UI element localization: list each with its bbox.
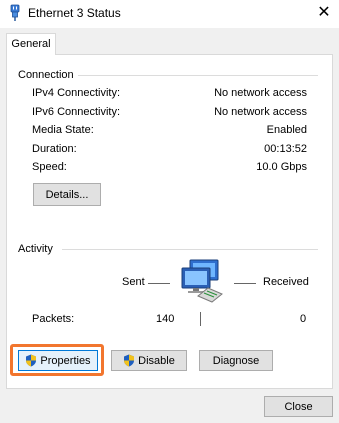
activity-group-label: Activity [18, 243, 53, 255]
packets-label: Packets: [32, 313, 75, 325]
window-title: Ethernet 3 Status [28, 6, 121, 20]
ethernet-adapter-icon [10, 4, 20, 21]
ipv6-connectivity-value: No network access [214, 106, 307, 118]
duration-label: Duration: [32, 143, 77, 155]
network-computer-icon [181, 259, 223, 303]
ipv4-connectivity-value: No network access [214, 87, 307, 99]
disable-button[interactable]: Disable [111, 350, 187, 371]
packets-sent-value: 140 [156, 313, 175, 325]
sent-line [148, 283, 170, 284]
packets-divider [200, 312, 201, 326]
packets-received-value: 0 [300, 313, 307, 325]
connection-divider [78, 75, 318, 76]
duration-value: 00:13:52 [264, 143, 307, 155]
title-close-button[interactable]: ✕ [309, 0, 339, 28]
disable-button-label: Disable [138, 354, 175, 367]
properties-button-label: Properties [40, 354, 91, 367]
ipv6-connectivity-label: IPv6 Connectivity: [32, 106, 121, 118]
received-line [234, 283, 256, 284]
speed-label: Speed: [32, 161, 67, 173]
tab-general[interactable]: General [6, 33, 56, 55]
properties-button[interactable]: Properties [18, 350, 98, 371]
media-state-label: Media State: [32, 124, 94, 136]
connection-group-label: Connection [18, 69, 74, 81]
activity-divider [62, 249, 318, 250]
speed-value: 10.0 Gbps [256, 161, 307, 173]
ipv4-connectivity-label: IPv4 Connectivity: [32, 87, 121, 99]
media-state-value: Enabled [266, 124, 307, 136]
sent-label: Sent [122, 276, 145, 288]
received-label: Received [263, 276, 309, 288]
diagnose-button[interactable]: Diagnose [199, 350, 273, 371]
uac-shield-icon [124, 354, 135, 367]
details-button[interactable]: Details... [33, 183, 101, 206]
close-button[interactable]: Close [264, 396, 333, 417]
title-bar: Ethernet 3 Status ✕ [0, 0, 339, 28]
general-tab-panel [6, 54, 333, 389]
uac-shield-icon [26, 354, 37, 367]
